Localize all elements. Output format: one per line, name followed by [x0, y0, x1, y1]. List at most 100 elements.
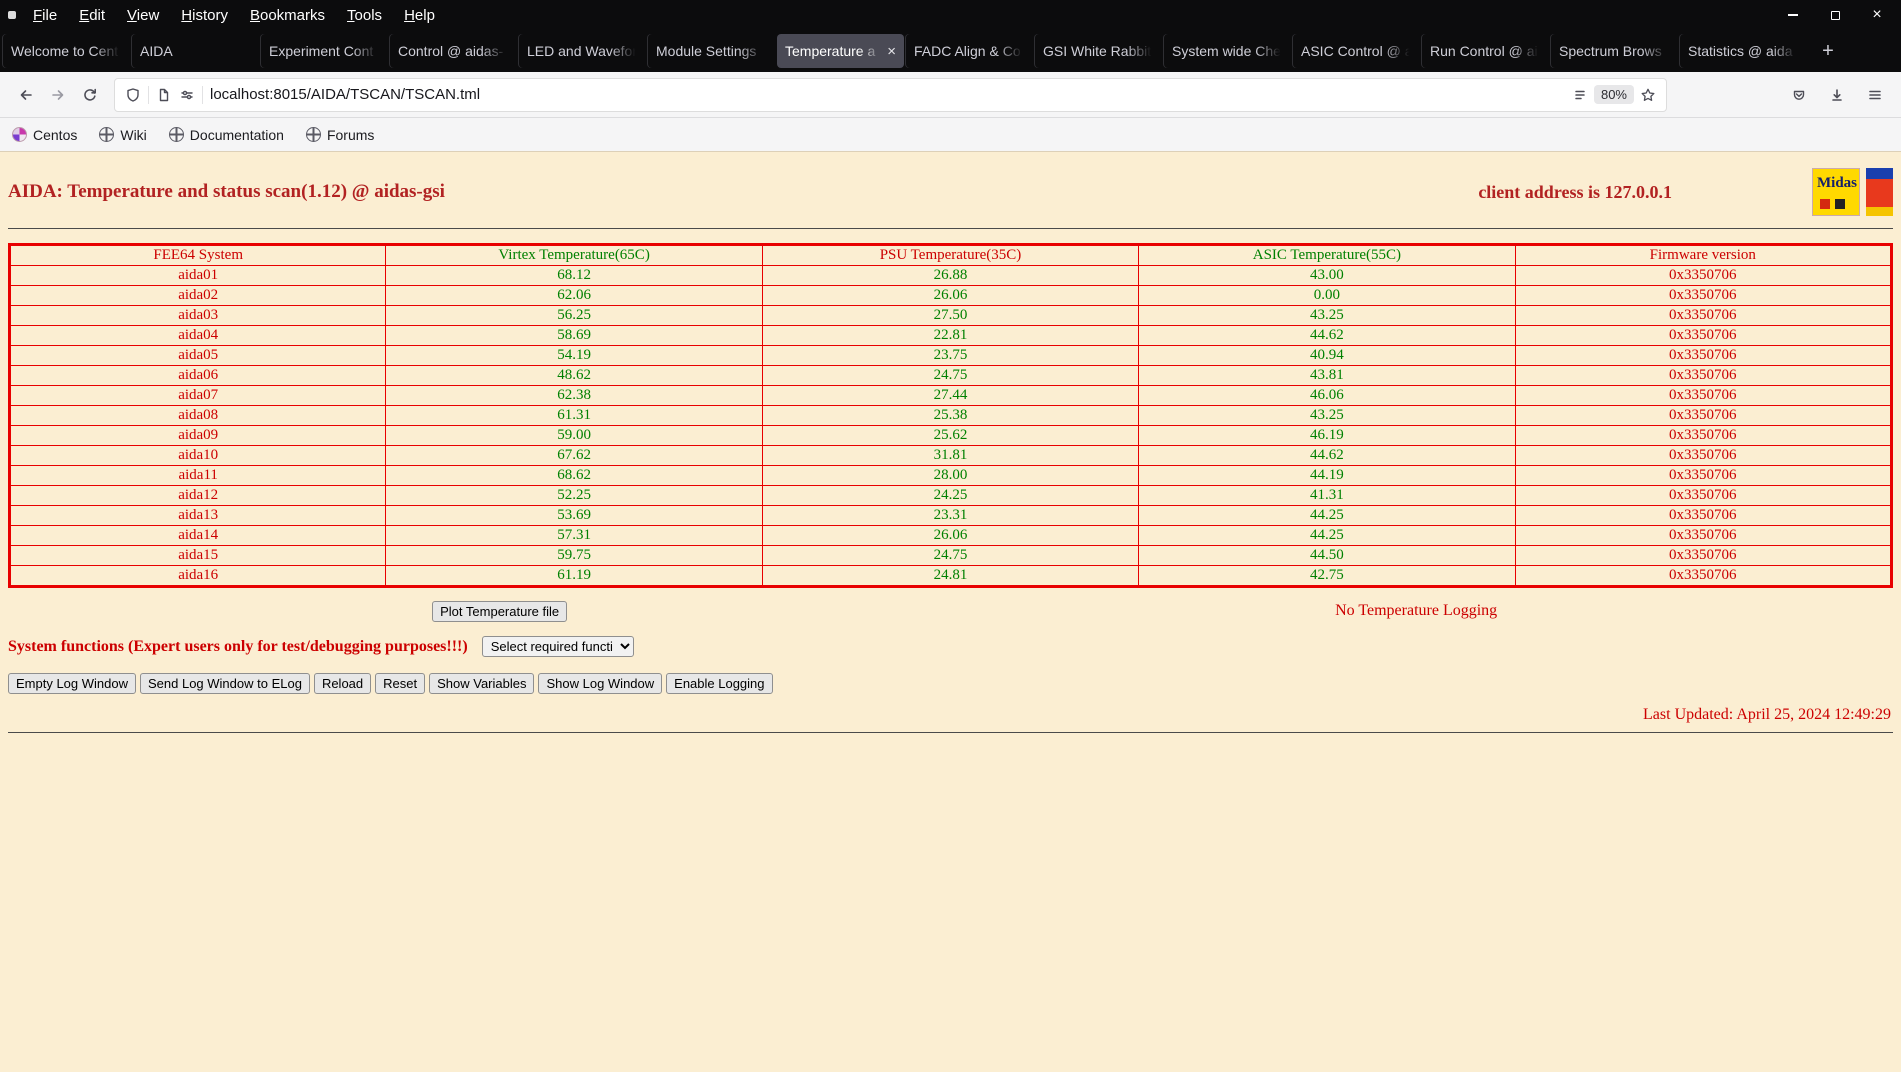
back-button[interactable]	[10, 79, 42, 111]
forward-button[interactable]	[42, 79, 74, 111]
psu-temp-cell: 31.81	[761, 445, 1140, 466]
fee64-name-cell: aida03	[8, 305, 387, 326]
menu-item[interactable]: Help	[393, 3, 446, 28]
system-functions-row: System functions (Expert users only for …	[8, 636, 1893, 657]
tab-close-icon[interactable]: ×	[887, 43, 896, 60]
asic-temp-cell: 42.75	[1138, 565, 1516, 587]
table-row: aida16 61.19 24.81 42.75 0x3350706	[8, 565, 1893, 587]
browser-tab[interactable]: AIDA ×	[132, 34, 259, 68]
browser-tab[interactable]: LED and Wavefor ×	[519, 34, 646, 68]
menu-item[interactable]: Bookmarks	[239, 3, 336, 28]
fee64-name-cell: aida16	[8, 565, 387, 587]
below-table-row: Plot Temperature file No Temperature Log…	[8, 598, 1893, 624]
tab-label: Experiment Cont	[269, 43, 374, 59]
action-button[interactable]: Show Log Window	[538, 673, 663, 694]
menu-item[interactable]: History	[170, 3, 239, 28]
page-title: AIDA: Temperature and status scan(1.12) …	[8, 181, 445, 202]
column-header: FEE64 System	[8, 244, 387, 266]
browser-tab[interactable]: GSI White Rabbit ×	[1035, 34, 1162, 68]
fee64-name-cell: aida09	[8, 425, 387, 446]
bookmark-label: Wiki	[120, 126, 147, 143]
tab-strip: Welcome to Cent × AIDA × Experiment Cont…	[2, 34, 1808, 68]
menu-item[interactable]: Edit	[68, 3, 116, 28]
menu-item[interactable]: View	[116, 3, 170, 28]
bookmark-item[interactable]: Wiki	[99, 126, 147, 143]
menu-item[interactable]: Tools	[336, 3, 393, 28]
asic-temp-cell: 40.94	[1138, 345, 1516, 366]
action-button[interactable]: Empty Log Window	[8, 673, 136, 694]
browser-tab[interactable]: Run Control @ ai ×	[1422, 34, 1549, 68]
firmware-cell: 0x3350706	[1514, 345, 1893, 366]
plot-temperature-button[interactable]: Plot Temperature file	[432, 600, 568, 622]
firmware-cell: 0x3350706	[1514, 325, 1893, 346]
tab-label: Temperature a	[785, 43, 876, 59]
action-button[interactable]: Send Log Window to ELog	[140, 673, 310, 694]
downloads-button[interactable]	[1821, 79, 1853, 111]
bookmark-item[interactable]: Forums	[305, 127, 374, 143]
browser-tab[interactable]: FADC Align & Co ×	[906, 34, 1033, 68]
action-button[interactable]: Reload	[313, 673, 372, 694]
reader-mode-icon[interactable]	[1572, 87, 1588, 103]
navigation-toolbar: localhost:8015/AIDA/TSCAN/TSCAN.tml 80%	[0, 72, 1901, 118]
fee64-name-cell: aida14	[8, 525, 387, 546]
minimize-button[interactable]	[1785, 7, 1801, 23]
tracking-protection-shield-icon[interactable]	[125, 87, 141, 103]
browser-tab[interactable]: Control @ aidas- ×	[390, 34, 517, 68]
psu-temp-cell: 23.75	[761, 345, 1140, 366]
bookmark-item[interactable]: Documentation	[168, 127, 284, 143]
fee64-name-cell: aida15	[8, 545, 387, 566]
fee64-name-cell: aida12	[8, 485, 387, 506]
firmware-cell: 0x3350706	[1514, 505, 1893, 526]
close-button[interactable]: ×	[1869, 6, 1885, 23]
asic-temp-cell: 43.00	[1138, 265, 1516, 286]
bookmark-favicon	[305, 127, 321, 142]
browser-tab[interactable]: Temperature a ×	[777, 34, 904, 68]
column-header: Firmware version	[1514, 244, 1893, 266]
action-button[interactable]: Enable Logging	[666, 673, 773, 694]
tab-label: GSI White Rabbit	[1043, 43, 1152, 59]
browser-tab[interactable]: Welcome to Cent ×	[3, 34, 130, 68]
action-button[interactable]: Reset	[375, 673, 426, 694]
psu-temp-cell: 27.50	[761, 305, 1140, 326]
browser-tab[interactable]: Statistics @ aida ×	[1680, 34, 1807, 68]
bookmark-label: Centos	[33, 126, 78, 143]
bookmark-item[interactable]: Centos	[12, 127, 77, 143]
browser-tab[interactable]: Module Settings ×	[648, 34, 775, 68]
maximize-button[interactable]	[1827, 7, 1843, 23]
firmware-cell: 0x3350706	[1514, 385, 1893, 406]
page-info-icon[interactable]	[156, 87, 172, 103]
bookmark-star-icon[interactable]	[1640, 87, 1656, 103]
firmware-cell: 0x3350706	[1514, 265, 1893, 286]
last-updated-text: Last Updated: April 25, 2024 12:49:29	[1643, 706, 1891, 723]
window-controls: ×	[1785, 6, 1901, 23]
menu-item[interactable]: File	[22, 3, 68, 28]
table-row: aida04 58.69 22.81 44.62 0x3350706	[8, 325, 1893, 346]
page-content: AIDA: Temperature and status scan(1.12) …	[0, 152, 1901, 1072]
url-text[interactable]: localhost:8015/AIDA/TSCAN/TSCAN.tml	[210, 86, 1572, 103]
permissions-sliders-icon[interactable]	[179, 87, 195, 103]
asic-temp-cell: 43.25	[1138, 405, 1516, 426]
asic-temp-cell: 44.25	[1138, 505, 1516, 526]
url-bar[interactable]: localhost:8015/AIDA/TSCAN/TSCAN.tml 80%	[114, 77, 1667, 112]
system-function-select[interactable]: Select required function	[481, 636, 634, 657]
fee64-name-cell: aida04	[8, 325, 387, 346]
firmware-cell: 0x3350706	[1514, 565, 1893, 587]
browser-tab[interactable]: System wide Che ×	[1164, 34, 1291, 68]
browser-tab[interactable]: Experiment Cont ×	[261, 34, 388, 68]
column-header: ASIC Temperature(55C)	[1138, 244, 1516, 266]
tab-label: System wide Che	[1172, 43, 1281, 59]
bookmark-favicon	[168, 127, 184, 142]
new-tab-button[interactable]: +	[1812, 35, 1844, 67]
reload-button[interactable]	[74, 79, 106, 111]
action-button[interactable]: Show Variables	[429, 673, 535, 694]
tab-label: Spectrum Brows	[1559, 43, 1662, 59]
browser-tab[interactable]: Spectrum Brows ×	[1551, 34, 1678, 68]
pocket-button[interactable]	[1783, 79, 1815, 111]
tab-label: Control @ aidas-	[398, 43, 504, 59]
psu-temp-cell: 27.44	[761, 385, 1140, 406]
zoom-level-badge[interactable]: 80%	[1593, 85, 1634, 104]
browser-tab[interactable]: ASIC Control @ a ×	[1293, 34, 1420, 68]
page-header: AIDA: Temperature and status scan(1.12) …	[8, 152, 1893, 216]
table-body: aida01 68.12 26.88 43.00 0x3350706 aida0…	[8, 265, 1893, 587]
app-menu-button[interactable]	[1859, 79, 1891, 111]
